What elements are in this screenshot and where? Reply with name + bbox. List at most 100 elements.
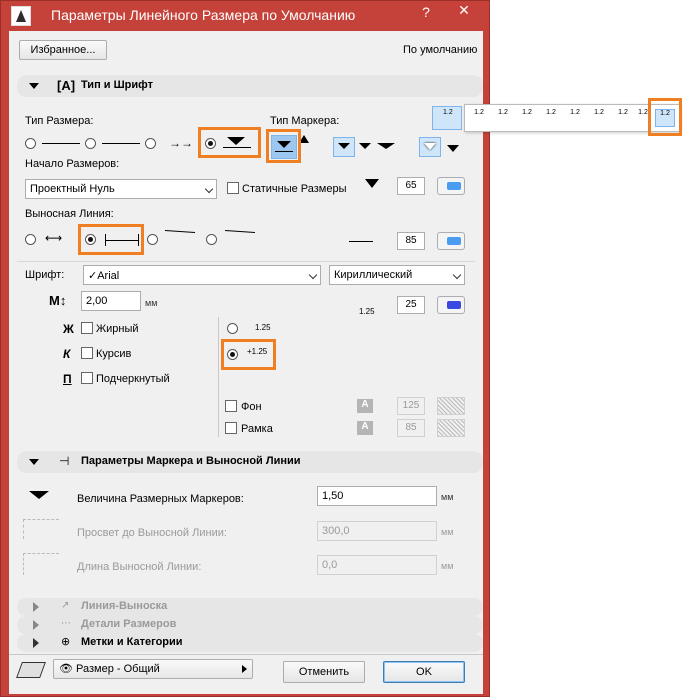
marker-pen-field[interactable]: 65 [397,177,425,195]
marker-style-icon-3 [377,143,395,149]
text-pen-sample: 1.25 [359,307,375,316]
marker-popup-anchor-button[interactable]: 1.2 [432,106,462,130]
witness-radio-1[interactable] [25,234,36,245]
origin-select[interactable]: Проектный Нуль [25,179,217,199]
section-details-header[interactable]: ⋯ Детали Размеров [17,616,483,634]
frame-label: Рамка [241,423,273,435]
dimension-type-label: Тип Размера: [25,115,94,127]
background-fill-pattern [437,397,465,415]
window-title: Параметры Линейного Размера по Умолчанию [51,7,356,23]
popup-marker-option[interactable]: 1.2 [469,109,489,127]
frame-checkbox[interactable] [225,422,237,434]
bold-label: Жирный [96,323,139,335]
highlight-popup-selection [648,98,682,136]
highlight-witness [78,224,144,255]
dimtype-dot-icon [102,143,140,144]
marker-pen-color[interactable] [437,177,465,195]
dimtype-radio-1[interactable] [25,138,36,149]
witness-pen-color[interactable] [437,232,465,250]
marker-size-label: Величина Размерных Маркеров: [77,493,244,505]
leader-icon: ↗ [61,600,70,611]
chevron-down-icon [452,270,462,280]
bold-checkbox[interactable] [81,322,93,334]
italic-checkbox[interactable] [81,347,93,359]
marker-size-icon [29,491,49,499]
marker-direction-button[interactable] [419,137,441,157]
text-style-icon: [A] [57,78,76,93]
marker-style-button-1[interactable] [333,137,355,157]
section-title: Метки и Категории [81,636,183,648]
length-input: 0,0 [317,555,437,575]
section-tags-header[interactable]: ⊕ Метки и Категории [17,634,483,652]
font-size-input[interactable]: 2,00 [81,291,141,311]
popup-marker-option[interactable]: 1.2 [541,109,561,127]
collapse-arrow-icon[interactable] [29,459,39,465]
divider [218,317,219,437]
origin-select-value: Проектный Нуль [30,183,115,195]
dimtype-linear-icon [42,143,80,144]
static-checkbox[interactable] [227,182,239,194]
highlight-marker-type [266,129,301,163]
length-icon [23,553,59,575]
text-pos-radio-1[interactable] [227,323,238,334]
section-title: Детали Размеров [81,618,177,630]
marker-size-input[interactable]: 1,50 [317,486,437,506]
collapse-arrow-icon[interactable] [29,83,39,89]
marker-direction-icon [447,145,459,152]
section-type-font-header[interactable]: [A] Тип и Шрифт [17,75,483,97]
dimtype-radio-2[interactable] [85,138,96,149]
frame-fill-pattern [437,419,465,437]
underline-icon: П [63,372,72,386]
details-icon: ⋯ [61,618,71,629]
text-a-icon: A [357,399,373,413]
popup-marker-option[interactable]: 1.2 [565,109,585,127]
text-size-icon: M↕ [49,293,67,308]
witness-pen-icon [349,241,373,242]
layer-select[interactable]: 👁 Размер - Общий [53,659,253,679]
expand-arrow-icon[interactable] [33,620,39,630]
font-select[interactable]: ✓Arial [83,265,321,285]
text-a-icon: A [357,421,373,435]
popup-marker-option[interactable]: 1.2 [517,109,537,127]
witness-radio-4[interactable] [206,234,217,245]
popup-marker-option[interactable]: 1.2 [589,109,609,127]
font-size-unit: мм [145,298,158,308]
background-checkbox[interactable] [225,400,237,412]
italic-icon: К [63,347,71,361]
text-pen-field[interactable]: 25 [397,296,425,314]
origin-label: Начало Размеров: [25,158,120,170]
expand-arrow-icon[interactable] [33,638,39,648]
ok-button[interactable]: OK [383,661,465,683]
witness-line-label: Выносная Линия: [25,208,114,220]
charset-select[interactable]: Кириллический [329,265,465,285]
gap-icon [23,519,59,539]
witness-dynamic-icon [225,229,255,234]
marker-pen-icon [365,179,379,188]
font-label: Шрифт: [25,269,65,281]
witness-pen-field[interactable]: 85 [397,232,425,250]
help-button[interactable]: ? [413,4,439,24]
frame-pen-field: 85 [397,419,425,437]
popup-marker-option[interactable]: 1.2 [493,109,513,127]
highlight-dimtype [198,127,261,158]
underline-checkbox[interactable] [81,372,93,384]
favorites-button[interactable]: Избранное... [19,40,107,60]
section-marker-header[interactable]: ⊣ Параметры Маркера и Выносной Линии [17,451,483,473]
popup-marker-option[interactable]: 1.2 [613,109,633,127]
witness-none-icon: ⟷ [45,231,63,245]
unit-mm: мм [441,561,454,571]
witness-radio-3[interactable] [147,234,158,245]
gap-label: Просвет до Выносной Линии: [77,527,227,539]
underline-label: Подчеркнутый [96,373,170,385]
text-pen-color[interactable] [437,296,465,314]
layer-select-value: Размер - Общий [76,663,160,675]
section-leader-header[interactable]: ↗ Линия-Выноска [17,598,483,616]
chevron-right-icon [242,665,247,673]
close-button[interactable]: ✕ [441,1,487,21]
dimtype-radio-3[interactable] [145,138,156,149]
static-label: Статичные Размеры [242,183,347,195]
marker-settings-icon: ⊣ [59,454,70,468]
dialog-window: Параметры Линейного Размера по Умолчанию… [0,0,490,697]
expand-arrow-icon[interactable] [33,602,39,612]
cancel-button[interactable]: Отменить [283,661,365,683]
